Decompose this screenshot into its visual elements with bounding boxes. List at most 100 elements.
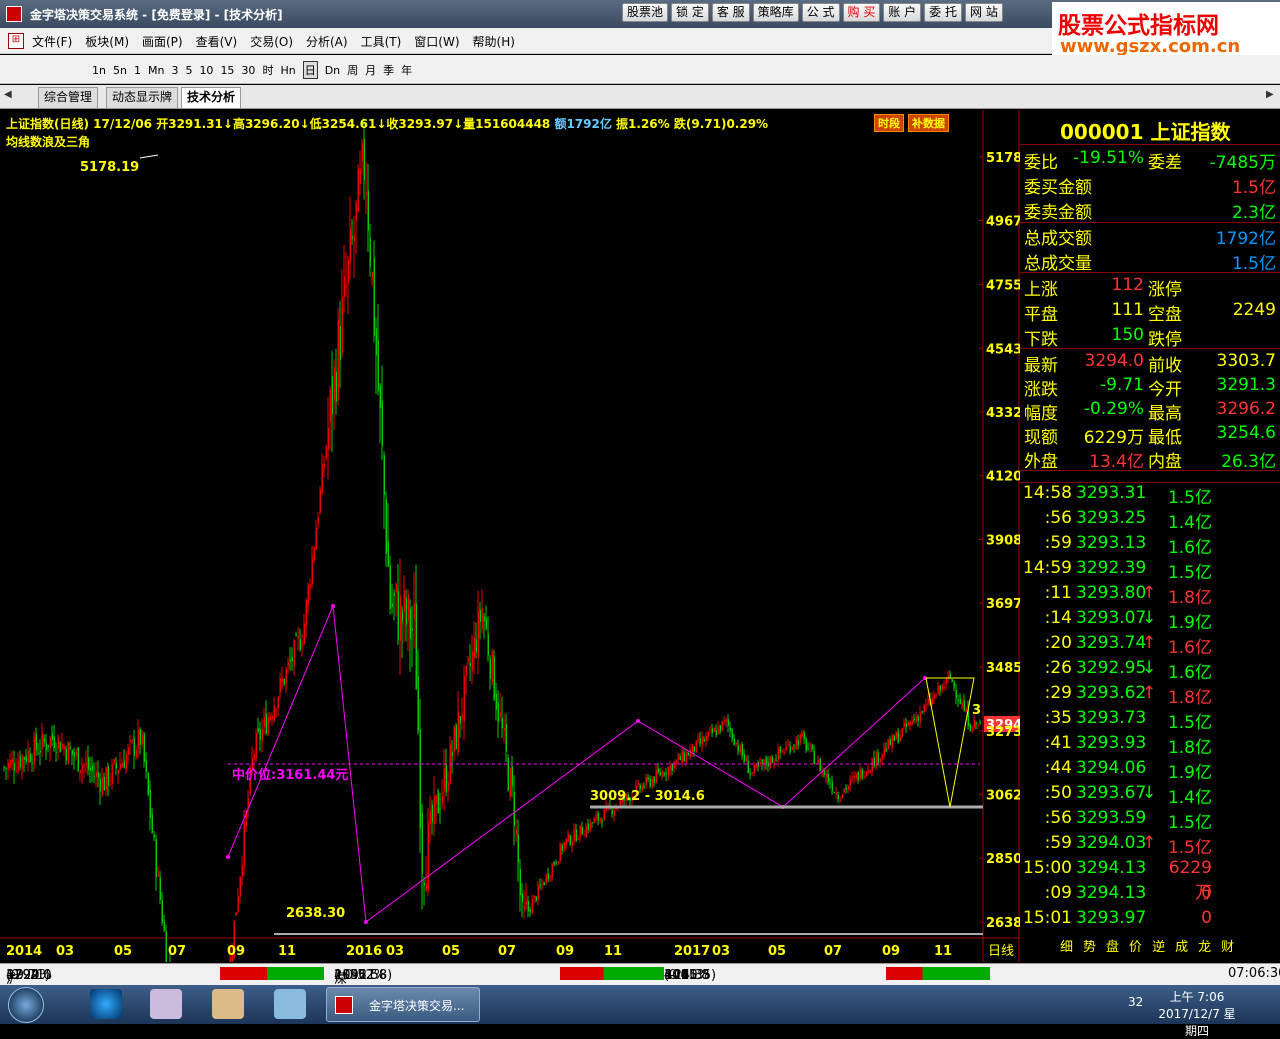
candle-body bbox=[908, 722, 910, 725]
period-0[interactable]: 1n bbox=[92, 64, 106, 77]
website-button[interactable]: 网 站 bbox=[965, 3, 1003, 22]
quote-label: 委比 bbox=[1024, 148, 1058, 173]
period-13[interactable]: 周 bbox=[347, 62, 358, 78]
period-15[interactable]: 季 bbox=[383, 62, 394, 78]
quote-row: 委比-19.51%委差-7485万 bbox=[1024, 148, 1276, 172]
quote-label-2: 跌停 bbox=[1148, 325, 1182, 350]
tab-left-arrow-icon[interactable]: ◀ bbox=[4, 89, 12, 100]
quote-label-2: 前收 bbox=[1148, 351, 1182, 376]
candle-body bbox=[536, 897, 538, 901]
support-button[interactable]: 客 服 bbox=[712, 3, 750, 22]
candle-body bbox=[348, 260, 350, 284]
clock-time: 上午 7:06 bbox=[1158, 988, 1236, 1005]
candle-body bbox=[98, 772, 100, 777]
panel-tab-3[interactable]: 价 bbox=[1129, 936, 1142, 954]
chart-high: ↓高3296.20 bbox=[223, 117, 300, 131]
quote-label: 最新 bbox=[1024, 351, 1058, 376]
menu-tools[interactable]: 工具(T) bbox=[361, 33, 402, 50]
panel-tab-0[interactable]: 细 bbox=[1060, 936, 1073, 954]
period-14[interactable]: 月 bbox=[365, 62, 376, 78]
period-9[interactable]: 时 bbox=[262, 62, 273, 78]
lock-button[interactable]: 锁 定 bbox=[671, 3, 709, 22]
panel-tab-7[interactable]: 财 bbox=[1221, 936, 1234, 954]
candle-body bbox=[374, 258, 376, 335]
account-button[interactable]: 账 户 bbox=[883, 3, 921, 22]
menu-help[interactable]: 帮助(H) bbox=[473, 33, 515, 50]
candle-body bbox=[934, 695, 936, 699]
quote-value-2: 3296.2 bbox=[1217, 399, 1276, 419]
tab-dynamic-board[interactable]: 动态显示牌 bbox=[106, 87, 178, 108]
start-button-icon[interactable] bbox=[8, 987, 44, 1023]
formula-button[interactable]: 公 式 bbox=[802, 3, 840, 22]
candle-body bbox=[436, 795, 438, 804]
tick-time: :14 bbox=[1022, 608, 1072, 628]
period-4[interactable]: 3 bbox=[171, 64, 178, 77]
candle-body bbox=[304, 623, 306, 644]
period-6[interactable]: 10 bbox=[199, 64, 213, 77]
panel-tab-1[interactable]: 势 bbox=[1083, 936, 1096, 954]
fill-data-button[interactable]: 补数据 bbox=[908, 114, 949, 132]
menu-view[interactable]: 查看(V) bbox=[196, 33, 238, 50]
candle-body bbox=[242, 865, 244, 876]
panel-tab-4[interactable]: 逆 bbox=[1152, 936, 1165, 954]
clock[interactable]: 上午 7:06 2017/12/7 星期四 bbox=[1158, 988, 1236, 1039]
period-7[interactable]: 15 bbox=[220, 64, 234, 77]
menu-analysis[interactable]: 分析(A) bbox=[306, 33, 348, 50]
x-tick-label: 09 bbox=[882, 944, 900, 959]
tick-row: 15:003294.136229万 bbox=[1022, 858, 1278, 883]
session-button[interactable]: 时段 bbox=[874, 114, 904, 132]
panel-tab-2[interactable]: 盘 bbox=[1106, 936, 1119, 954]
candle-body bbox=[870, 770, 872, 772]
period-2[interactable]: 1 bbox=[134, 64, 141, 77]
quote-label: 委卖金额 bbox=[1024, 198, 1092, 223]
candle-body bbox=[22, 756, 24, 769]
purchase-button[interactable]: 购 买 bbox=[843, 3, 881, 22]
candle-body bbox=[272, 716, 274, 719]
candle-body bbox=[788, 745, 790, 746]
ie-icon[interactable] bbox=[90, 989, 122, 1019]
menu-file[interactable]: 文件(F) bbox=[32, 33, 72, 50]
strategy-button[interactable]: 策略库 bbox=[753, 3, 799, 22]
candle-body bbox=[474, 637, 476, 658]
period-8[interactable]: 30 bbox=[241, 64, 255, 77]
period-3[interactable]: Mn bbox=[148, 64, 164, 77]
menu-sector[interactable]: 板块(M) bbox=[85, 33, 129, 50]
wave-point bbox=[331, 604, 335, 608]
period-16[interactable]: 年 bbox=[401, 62, 412, 78]
candle-body bbox=[958, 700, 960, 701]
candle-body bbox=[860, 770, 862, 779]
period-1[interactable]: 5n bbox=[113, 64, 127, 77]
candle-body bbox=[748, 761, 750, 773]
period-10[interactable]: Hn bbox=[280, 64, 295, 77]
tab-overview[interactable]: 综合管理 bbox=[38, 87, 98, 108]
y-tick-label: 5178 bbox=[986, 151, 1020, 166]
palette-icon[interactable] bbox=[212, 989, 244, 1019]
y-tick-label: 2638 bbox=[986, 916, 1020, 931]
quote-value-2: 3254.6 bbox=[1217, 423, 1276, 443]
candle-body bbox=[302, 644, 304, 646]
period-5[interactable]: 5 bbox=[185, 64, 192, 77]
period-12[interactable]: Dn bbox=[325, 64, 340, 77]
y-tick-label: 2850 bbox=[986, 852, 1020, 867]
taskbar-app-button[interactable]: 金字塔决策交易... bbox=[326, 987, 480, 1022]
menu-trade[interactable]: 交易(O) bbox=[250, 33, 293, 50]
tab-right-arrow-icon[interactable]: ▶ bbox=[1266, 89, 1274, 100]
order-button[interactable]: 委 托 bbox=[924, 3, 962, 22]
period-toolbar: 1n 5n 1 Mn 35 10 15 30 时 Hn 日 Dn 周月季年 bbox=[0, 55, 1280, 84]
menu-view-page[interactable]: 画面(P) bbox=[142, 33, 183, 50]
paint-icon[interactable] bbox=[150, 989, 182, 1019]
panel-tab-5[interactable]: 成 bbox=[1175, 936, 1188, 954]
candle-body bbox=[432, 805, 434, 822]
panel-tab-6[interactable]: 龙 bbox=[1198, 936, 1211, 954]
candle-body bbox=[656, 770, 658, 783]
app-menu-icon[interactable]: ⊞ bbox=[8, 33, 24, 49]
tab-technical-analysis[interactable]: 技术分析 bbox=[181, 87, 241, 108]
period-11[interactable]: 日 bbox=[303, 61, 318, 79]
menu-window[interactable]: 窗口(W) bbox=[414, 33, 459, 50]
candle-body bbox=[798, 740, 800, 745]
stock-pool-button[interactable]: 股票池 bbox=[622, 3, 668, 22]
kline-chart[interactable]: 5178.192638.30中价位:3161.44元3009.2 - 3014.… bbox=[0, 110, 1020, 962]
bird-app-icon[interactable] bbox=[274, 989, 306, 1019]
candle-body bbox=[90, 768, 92, 771]
candle-body bbox=[826, 774, 828, 777]
